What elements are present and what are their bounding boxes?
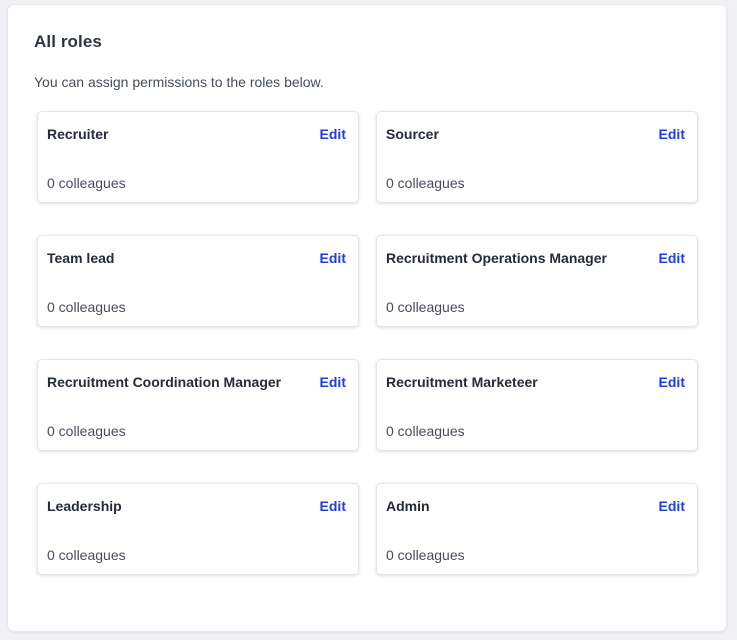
role-name: Leadership bbox=[47, 498, 122, 514]
role-name: Recruitment Marketeer bbox=[386, 374, 538, 390]
role-colleague-count: 0 colleagues bbox=[47, 547, 126, 563]
role-colleague-count: 0 colleagues bbox=[386, 299, 465, 315]
role-colleague-count: 0 colleagues bbox=[47, 175, 126, 191]
edit-role-button[interactable]: Edit bbox=[320, 250, 346, 266]
panel-title: All roles bbox=[34, 32, 102, 51]
edit-role-button[interactable]: Edit bbox=[659, 126, 685, 142]
role-colleague-count: 0 colleagues bbox=[386, 423, 465, 439]
roles-panel: All roles You can assign permissions to … bbox=[8, 5, 726, 631]
roles-grid: Recruiter Edit 0 colleagues Sourcer Edit… bbox=[37, 111, 698, 575]
role-card-admin: Admin Edit 0 colleagues bbox=[376, 483, 698, 575]
role-name: Sourcer bbox=[386, 126, 439, 142]
edit-role-button[interactable]: Edit bbox=[320, 374, 346, 390]
edit-role-button[interactable]: Edit bbox=[659, 498, 685, 514]
role-name: Admin bbox=[386, 498, 430, 514]
role-name: Recruitment Operations Manager bbox=[386, 250, 607, 266]
edit-role-button[interactable]: Edit bbox=[320, 126, 346, 142]
role-name: Team lead bbox=[47, 250, 115, 266]
role-card-recruitment-coordination-manager: Recruitment Coordination Manager Edit 0 … bbox=[37, 359, 359, 451]
role-colleague-count: 0 colleagues bbox=[386, 175, 465, 191]
panel-subtitle: You can assign permissions to the roles … bbox=[34, 74, 324, 90]
role-card-recruitment-marketeer: Recruitment Marketeer Edit 0 colleagues bbox=[376, 359, 698, 451]
edit-role-button[interactable]: Edit bbox=[659, 250, 685, 266]
role-colleague-count: 0 colleagues bbox=[386, 547, 465, 563]
role-card-sourcer: Sourcer Edit 0 colleagues bbox=[376, 111, 698, 203]
role-card-recruitment-operations-manager: Recruitment Operations Manager Edit 0 co… bbox=[376, 235, 698, 327]
role-card-leadership: Leadership Edit 0 colleagues bbox=[37, 483, 359, 575]
edit-role-button[interactable]: Edit bbox=[659, 374, 685, 390]
role-card-recruiter: Recruiter Edit 0 colleagues bbox=[37, 111, 359, 203]
edit-role-button[interactable]: Edit bbox=[320, 498, 346, 514]
role-card-team-lead: Team lead Edit 0 colleagues bbox=[37, 235, 359, 327]
role-colleague-count: 0 colleagues bbox=[47, 423, 126, 439]
role-name: Recruitment Coordination Manager bbox=[47, 374, 282, 390]
role-colleague-count: 0 colleagues bbox=[47, 299, 126, 315]
role-name: Recruiter bbox=[47, 126, 109, 142]
